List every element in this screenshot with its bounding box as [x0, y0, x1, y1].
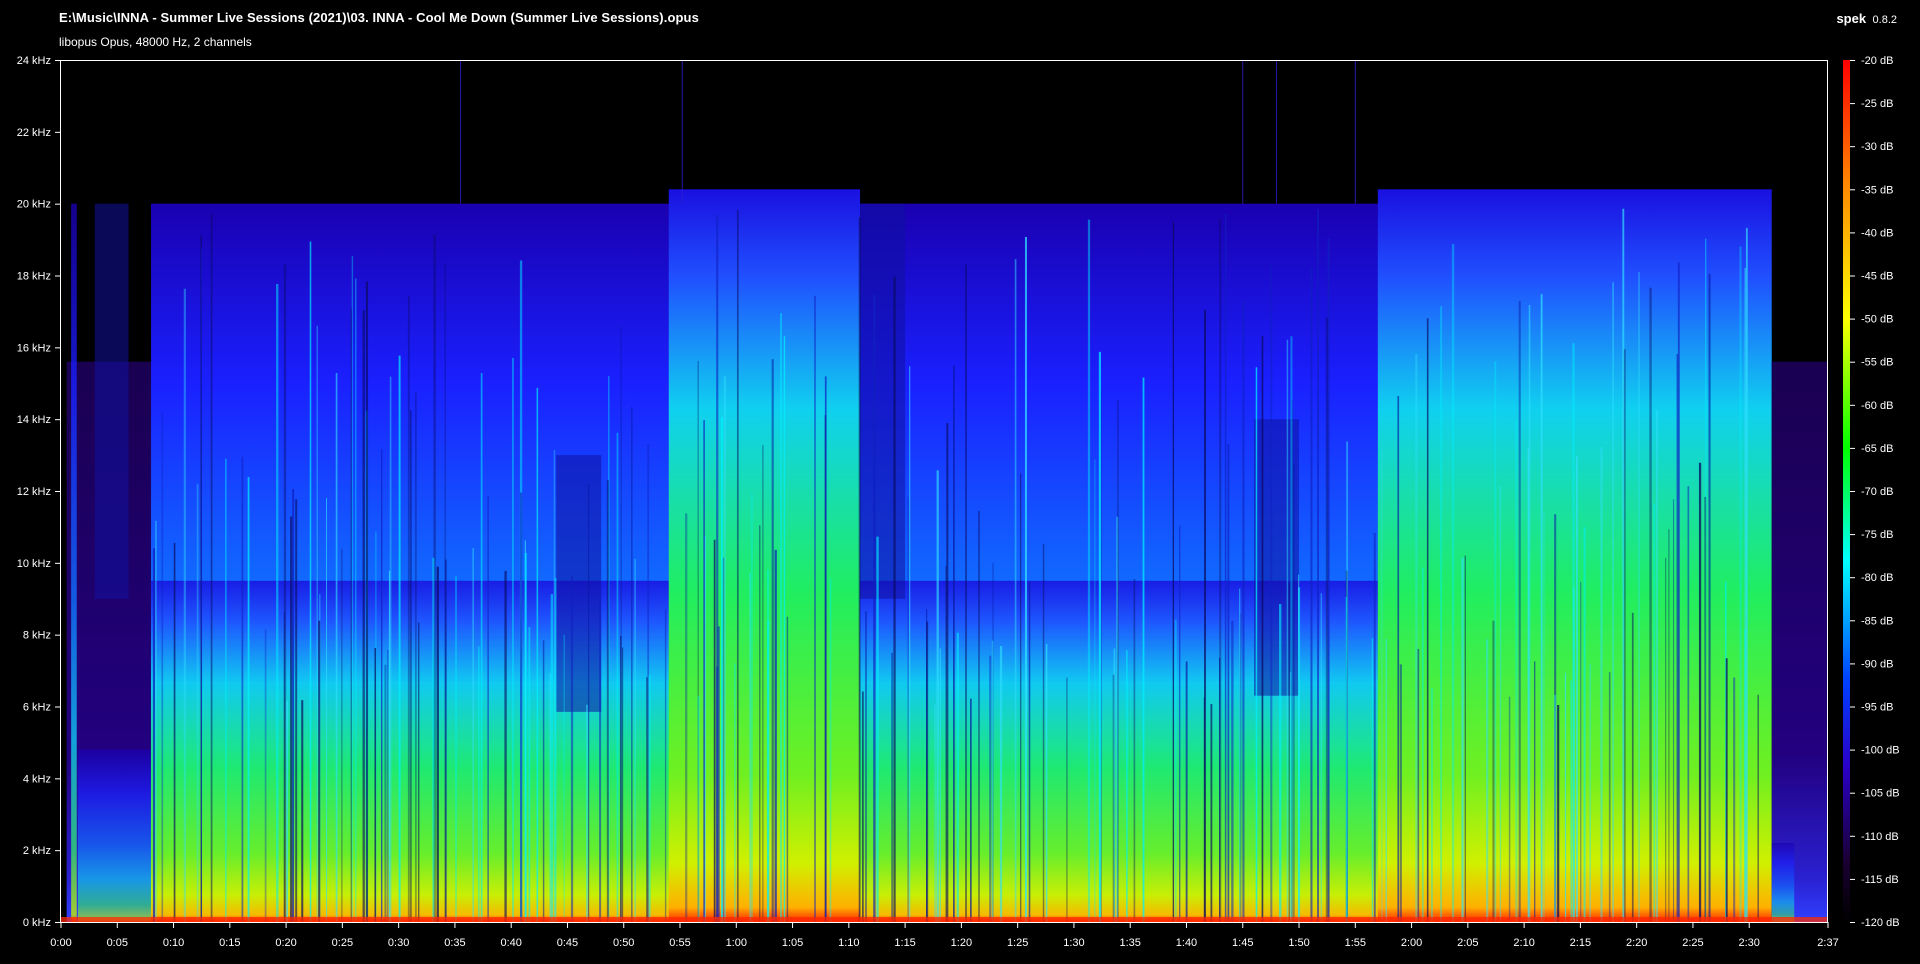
- quiet-gap: [556, 455, 602, 712]
- time-tick-label: 1:50: [1288, 937, 1309, 949]
- time-tick-label: 2:37: [1817, 937, 1838, 949]
- time-tick-label: 2:05: [1457, 937, 1478, 949]
- time-tick-label: 0:30: [388, 937, 409, 949]
- db-tick-label: -95 dB: [1861, 702, 1893, 714]
- db-tick-label: -100 dB: [1861, 745, 1900, 757]
- time-tick-label: 2:30: [1739, 937, 1760, 949]
- time-tick-label: 1:05: [782, 937, 803, 949]
- db-tick-label: -60 dB: [1861, 400, 1893, 412]
- freq-tick-label: 10 kHz: [17, 558, 51, 570]
- time-tick-label: 2:25: [1682, 937, 1703, 949]
- db-tick-label: -70 dB: [1861, 486, 1893, 498]
- time-tick-label: 0:45: [557, 937, 578, 949]
- db-tick-label: -25 dB: [1861, 98, 1893, 110]
- db-tick-label: -105 dB: [1861, 788, 1900, 800]
- db-tick-label: -40 dB: [1861, 227, 1893, 239]
- time-tick-label: 0:05: [107, 937, 128, 949]
- db-tick-label: -90 dB: [1861, 658, 1893, 670]
- db-tick-label: -20 dB: [1861, 55, 1893, 67]
- db-tick-label: -35 dB: [1861, 184, 1893, 196]
- time-tick-label: 0:50: [613, 937, 634, 949]
- spectrogram-view: 0 kHz 2 kHz 4 kHz 6 kHz 8 kHz 10 kHz 12 kHz 14 …: [17, 55, 1900, 949]
- time-tick-label: 0:25: [332, 937, 353, 949]
- db-tick-label: -55 dB: [1861, 357, 1893, 369]
- time-tick-label: 1:30: [1063, 937, 1084, 949]
- time-tick-label: 2:00: [1401, 937, 1422, 949]
- intro-transient: [71, 203, 77, 922]
- time-tick-label: 2:20: [1626, 937, 1647, 949]
- freq-tick-label: 8 kHz: [23, 630, 51, 642]
- time-tick-label: 1:20: [951, 937, 972, 949]
- time-tick-label: 1:25: [1007, 937, 1028, 949]
- intro-low-energy: [77, 749, 152, 922]
- freq-tick-label: 22 kHz: [17, 127, 51, 139]
- chorus-region-1: [668, 189, 861, 922]
- time-tick-label: 1:35: [1119, 937, 1140, 949]
- db-axis: -20 dB -25 dB -30 dB -35 dB -40 dB -45 dB -50 …: [1850, 55, 1900, 929]
- db-tick-label: -45 dB: [1861, 271, 1893, 283]
- quiet-gap: [860, 203, 906, 599]
- time-tick-label: 1:55: [1345, 937, 1366, 949]
- db-tick-label: -110 dB: [1861, 831, 1899, 843]
- freq-tick-label: 24 kHz: [17, 55, 51, 67]
- time-tick-label: 0:10: [163, 937, 184, 949]
- verse-low-band-2: [860, 580, 1390, 922]
- freq-tick-label: 16 kHz: [17, 342, 51, 354]
- outro-low-energy: [1771, 842, 1795, 922]
- db-tick-label: -115 dB: [1861, 874, 1899, 886]
- freq-tick-label: 0 kHz: [23, 917, 51, 929]
- time-tick-label: 0:15: [219, 937, 240, 949]
- time-tick-label: 1:15: [894, 937, 915, 949]
- time-tick-label: 1:10: [838, 937, 859, 949]
- db-color-scale: -20 dB -25 dB -30 dB -35 dB -40 dB -45 dB -50 …: [1843, 55, 1900, 929]
- freq-tick-label: 4 kHz: [23, 773, 51, 785]
- low-frequency-band: [61, 917, 1828, 922]
- time-tick-label: 2:15: [1570, 937, 1591, 949]
- freq-tick-label: 20 kHz: [17, 199, 51, 211]
- freq-tick-label: 18 kHz: [17, 271, 51, 283]
- db-tick-label: -50 dB: [1861, 314, 1893, 326]
- freq-tick-label: 2 kHz: [23, 845, 51, 857]
- time-tick-label: 0:35: [444, 937, 465, 949]
- time-tick-label: 0:20: [275, 937, 296, 949]
- db-tick-label: -80 dB: [1861, 572, 1893, 584]
- frequency-axis: 0 kHz 2 kHz 4 kHz 6 kHz 8 kHz 10 kHz 12 kHz 14 …: [17, 55, 60, 929]
- time-tick-label: 0:40: [500, 937, 521, 949]
- db-tick-label: -75 dB: [1861, 529, 1893, 541]
- db-tick-label: -65 dB: [1861, 443, 1893, 455]
- freq-tick-label: 6 kHz: [23, 702, 51, 714]
- time-tick-label: 0:55: [669, 937, 690, 949]
- quiet-outro-region: [1771, 361, 1828, 922]
- db-scale-bar: [1843, 60, 1850, 922]
- freq-tick-label: 12 kHz: [17, 486, 51, 498]
- quiet-gap: [94, 203, 129, 599]
- time-tick-label: 2:10: [1513, 937, 1534, 949]
- time-tick-label: 1:40: [1176, 937, 1197, 949]
- time-tick-label: 0:00: [50, 937, 71, 949]
- spek-window: E:\Music\INNA - Summer Live Sessions (20…: [0, 0, 1920, 964]
- freq-tick-label: 14 kHz: [17, 414, 51, 426]
- db-tick-label: -30 dB: [1861, 141, 1893, 153]
- time-tick-label: 1:00: [726, 937, 747, 949]
- db-tick-label: -120 dB: [1861, 917, 1900, 929]
- db-tick-label: -85 dB: [1861, 615, 1893, 627]
- time-axis: 0:00 0:05 0:10 0:15 0:20 0:25 0:30 0:35 0:40 0:45…: [50, 922, 1839, 949]
- time-tick-label: 1:45: [1232, 937, 1253, 949]
- spectrogram-plot: [61, 60, 1828, 922]
